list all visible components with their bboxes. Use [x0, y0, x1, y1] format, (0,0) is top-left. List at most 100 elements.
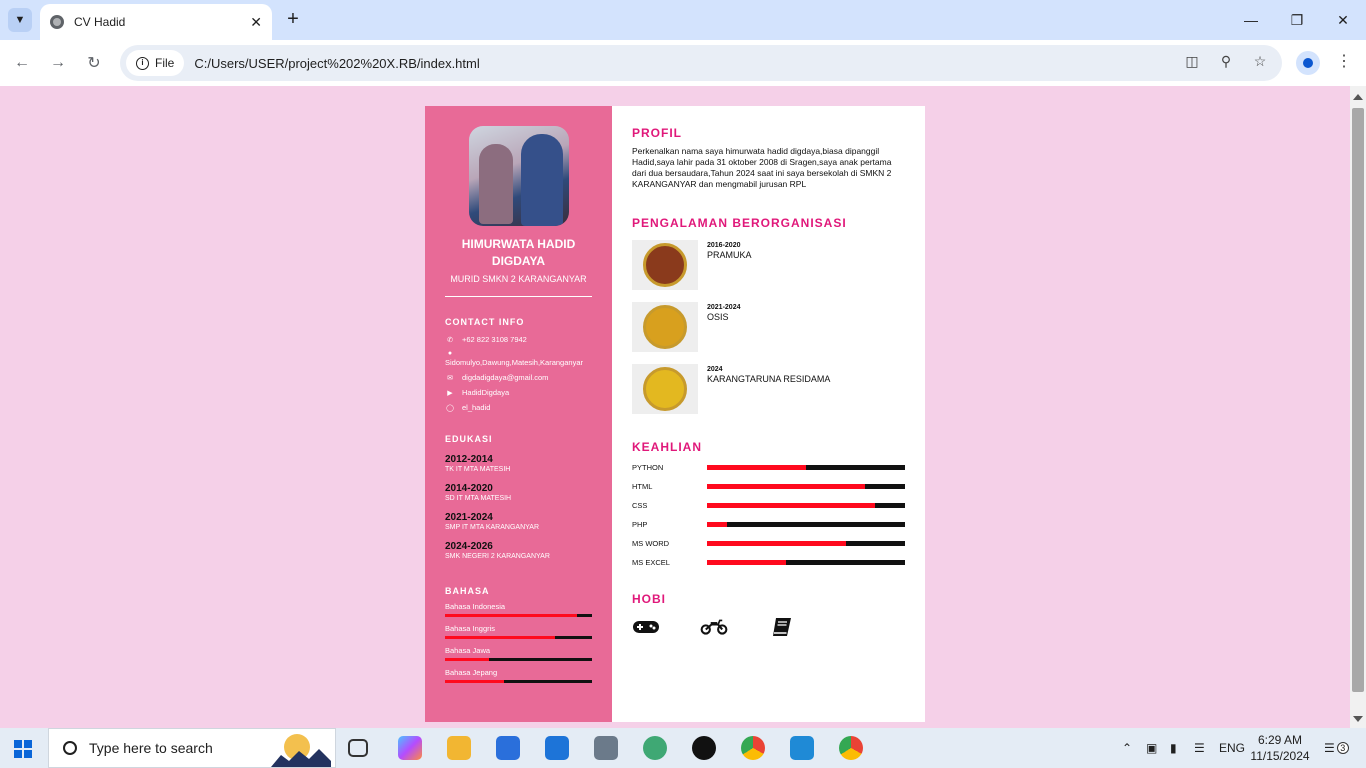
scroll-thumb[interactable]	[1352, 108, 1364, 692]
language-item: Bahasa Jawa	[445, 646, 592, 661]
contact-instagram: el_hadid	[462, 403, 491, 412]
language-indicator[interactable]: ENG	[1219, 728, 1245, 768]
site-info-label: File	[155, 56, 175, 70]
profile-avatar[interactable]	[1296, 51, 1320, 75]
language-title: BAHASA	[445, 586, 490, 596]
education-school: SD IT MTA MATESIH	[445, 495, 512, 502]
contact-youtube: HadidDigdaya	[462, 388, 510, 397]
skill-bar-fill	[707, 560, 787, 565]
tab-title: CV Hadid	[74, 15, 126, 29]
tiktok-icon[interactable]	[692, 736, 716, 760]
microsoft-store-icon[interactable]	[496, 736, 520, 760]
taskbar-clock[interactable]: 6:29 AM 11/15/2024	[1248, 732, 1312, 764]
profile-photo	[468, 126, 569, 226]
skill-bar-fill	[707, 541, 846, 546]
education-school: SMP IT MTA KARANGANYAR	[445, 524, 540, 531]
language-item: Bahasa Inggris	[445, 624, 592, 639]
language-name: Bahasa Indonesia	[445, 602, 506, 611]
chrome-profile-icon[interactable]	[741, 736, 765, 760]
taskbar-search[interactable]: Type here to search	[48, 728, 336, 768]
info-icon: i	[136, 56, 149, 70]
skill-item: PHP	[632, 519, 905, 530]
skill-bar	[707, 503, 905, 508]
vscode-icon[interactable]	[790, 736, 814, 760]
location-icon: ●	[447, 350, 453, 357]
organization-logo	[632, 364, 698, 414]
page-scrollbar[interactable]	[1350, 86, 1366, 728]
organization-item: 2024 KARANGTARUNA RESIDAMA	[632, 364, 905, 414]
organization-name: KARANGTARUNA RESIDAMA	[707, 374, 831, 384]
language-bar-fill	[445, 614, 578, 617]
bookmark-star-icon[interactable]: ☆	[1250, 53, 1270, 73]
back-icon[interactable]: ←	[10, 51, 34, 75]
browser-tab[interactable]: CV Hadid ✕	[40, 4, 272, 40]
cv-main: PROFIL Perkenalkan nama saya himurwata h…	[612, 106, 925, 722]
zoom-icon[interactable]: ⚲	[1216, 53, 1236, 73]
envelope-icon: ✉	[447, 374, 453, 382]
restore-icon[interactable]: ❐	[1274, 0, 1320, 40]
reload-icon[interactable]: ↻	[82, 51, 106, 75]
education-list: 2012-2014 TK IT MTA MATESIH 2014-2020 SD IT…	[445, 454, 592, 560]
site-info-chip[interactable]: i File	[126, 50, 185, 76]
language-name: Bahasa Jepang	[445, 668, 498, 677]
cv-card: HIMURWATA HADID DIGDAYA MURID SMKN 2 KAR…	[425, 106, 925, 722]
clock-date: 11/15/2024	[1250, 749, 1310, 763]
contact-title: CONTACT INFO	[445, 317, 525, 327]
education-item: 2012-2014 TK IT MTA MATESIH	[445, 454, 592, 473]
cv-role: MURID SMKN 2 KARANGANYAR	[450, 274, 587, 284]
organization-logo	[632, 302, 698, 352]
organization-title: PENGALAMAN BERORGANISASI	[632, 216, 847, 230]
battery-icon[interactable]: ▮	[1170, 728, 1177, 768]
skill-name: HTML	[632, 482, 653, 491]
skill-bar	[707, 484, 905, 489]
education-year: 2024-2026	[445, 541, 493, 552]
task-view-icon[interactable]	[348, 739, 368, 757]
skill-bar-fill	[707, 503, 876, 508]
mail-icon[interactable]	[545, 736, 569, 760]
scroll-up-icon[interactable]	[1353, 94, 1363, 100]
organization-year: 2016-2020	[707, 242, 741, 249]
new-tab-button[interactable]: +	[282, 8, 304, 30]
url-text[interactable]: C:/Users/USER/project%202%20X.RB/index.h…	[194, 56, 479, 71]
youtube-icon: ▶	[447, 389, 453, 397]
tab-search-button[interactable]: ▼	[8, 8, 32, 32]
people-app-icon[interactable]	[643, 736, 667, 760]
skill-item: HTML	[632, 481, 905, 492]
skill-name: PYTHON	[632, 463, 664, 472]
close-window-icon[interactable]: ✕	[1320, 0, 1366, 40]
file-explorer-icon[interactable]	[447, 736, 471, 760]
menu-kebab-icon[interactable]: ⋮	[1334, 51, 1354, 75]
organization-list: 2016-2020 PRAMUKA 2021-2024 OSIS 2024 KARANGT…	[632, 240, 905, 414]
language-bar-fill	[445, 658, 490, 661]
wifi-icon[interactable]: ☰	[1194, 728, 1205, 768]
address-bar[interactable]: i File C:/Users/USER/project%202%20X.RB/…	[120, 45, 1282, 81]
cv-name: HIMURWATA HADID DIGDAYA	[461, 237, 576, 268]
notification-icon[interactable]: ☰ 3	[1324, 728, 1349, 768]
minimize-icon[interactable]: —	[1228, 0, 1274, 40]
tray-chevron-icon[interactable]: ⌃	[1122, 728, 1132, 768]
organization-name: OSIS	[707, 312, 729, 322]
meet-icon[interactable]: ▣	[1146, 728, 1157, 768]
camera-icon[interactable]	[594, 736, 618, 760]
close-tab-icon[interactable]: ✕	[250, 14, 262, 31]
windows-start-icon[interactable]	[14, 740, 32, 758]
motorcycle-icon	[700, 616, 728, 638]
browser-tab-bar: ▼ CV Hadid ✕ + — ❐ ✕	[0, 0, 1366, 40]
search-highlight-image	[271, 734, 331, 767]
language-item: Bahasa Jepang	[445, 668, 592, 683]
skill-item: PYTHON	[632, 462, 905, 473]
skill-bar-fill	[707, 484, 866, 489]
scroll-down-icon[interactable]	[1353, 716, 1363, 722]
skill-name: CSS	[632, 501, 648, 510]
language-bar-fill	[445, 636, 556, 639]
profile-text: Perkenalkan nama saya himurwata hadid di…	[632, 146, 892, 189]
translate-icon[interactable]: ◫	[1182, 53, 1202, 73]
copilot-icon[interactable]	[398, 736, 422, 760]
chrome-icon[interactable]	[839, 736, 863, 760]
skill-bar	[707, 522, 905, 527]
cv-sidebar: HIMURWATA HADID DIGDAYA MURID SMKN 2 KAR…	[425, 106, 612, 722]
skill-bar-fill	[707, 522, 727, 527]
hobbies-title: HOBI	[632, 592, 666, 606]
organization-logo	[632, 240, 698, 290]
forward-icon[interactable]: →	[46, 51, 70, 75]
